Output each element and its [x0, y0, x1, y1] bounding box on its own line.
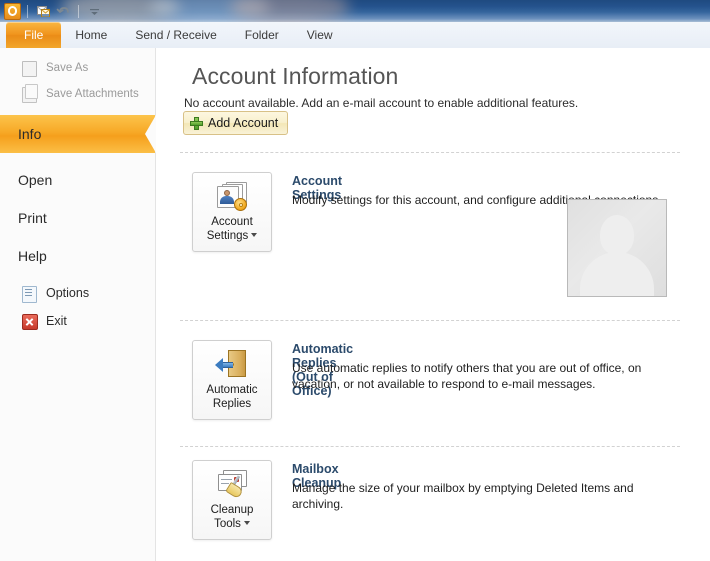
sidebar-item-label: Open: [18, 172, 53, 188]
cleanup-tools-button-label: Cleanup Tools: [210, 504, 254, 530]
ribbon-tabs: File Home Send / Receive Folder View: [0, 22, 347, 48]
save-attachments-icon: [22, 86, 38, 103]
mailbox-cleanup-description: Manage the size of your mailbox by empty…: [292, 481, 634, 511]
contact-photo-placeholder: [567, 199, 667, 297]
section-divider: [180, 320, 680, 321]
options-icon: [22, 285, 38, 303]
backstage-view: Save As Save Attachments Info Open Print…: [0, 48, 710, 561]
tab-folder[interactable]: Folder: [231, 22, 293, 48]
sidebar-item-label: Print: [18, 210, 47, 226]
cleanup-tools-icon: [215, 468, 249, 500]
automatic-replies-button[interactable]: Automatic Replies: [192, 340, 272, 420]
tab-view[interactable]: View: [293, 22, 347, 48]
account-settings-button-label: Account Settings: [207, 215, 258, 243]
account-settings-button[interactable]: Account Settings: [192, 172, 272, 252]
sidebar-item-label: Help: [18, 248, 47, 264]
section-divider: [180, 446, 680, 447]
cleanup-tools-button[interactable]: Cleanup Tools: [192, 460, 272, 540]
sidebar-item-save-as[interactable]: Save As: [0, 55, 155, 81]
account-settings-icon: [215, 180, 249, 212]
caret-down-icon: [243, 521, 250, 526]
exit-icon: [22, 313, 38, 330]
avatar-head: [600, 215, 634, 255]
avatar-body: [580, 252, 654, 296]
page-title: Account Information: [192, 63, 399, 89]
sidebar-item-label: Save As: [46, 62, 89, 74]
plus-icon: [190, 116, 203, 130]
quick-access-toolbar: [3, 2, 103, 20]
tab-file[interactable]: File: [6, 22, 62, 48]
send-receive-all-icon[interactable]: [34, 2, 52, 20]
tab-send-receive[interactable]: Send / Receive: [121, 22, 230, 48]
automatic-replies-icon: [215, 348, 249, 380]
undo-icon[interactable]: [54, 2, 72, 20]
sidebar-item-label: Save Attachments: [46, 88, 139, 100]
outlook-backstage-window: File Home Send / Receive Folder View Sav…: [0, 0, 710, 561]
add-account-label: Add Account: [208, 116, 279, 130]
sidebar-item-exit[interactable]: Exit: [0, 307, 155, 335]
sidebar-item-help[interactable]: Help: [0, 237, 155, 275]
sidebar-item-open[interactable]: Open: [0, 161, 155, 199]
account-information-pane: Account Information No account available…: [156, 48, 710, 561]
section-divider: [180, 152, 680, 153]
automatic-replies-button-label: Automatic Replies: [206, 384, 258, 410]
sidebar-item-print[interactable]: Print: [0, 199, 155, 237]
ribbon-tab-strip: File Home Send / Receive Folder View: [0, 22, 710, 49]
titlebar-glow: [230, 0, 350, 22]
sidebar-item-label: Info: [18, 126, 42, 142]
save-as-icon: [22, 60, 38, 77]
sidebar-item-save-attachments[interactable]: Save Attachments: [0, 81, 155, 107]
qat-separator: [78, 4, 79, 18]
add-account-button[interactable]: Add Account: [183, 111, 289, 135]
no-account-message: No account available. Add an e-mail acco…: [184, 96, 579, 110]
backstage-sidebar: Save As Save Attachments Info Open Print…: [0, 48, 156, 561]
outlook-logo-icon[interactable]: [3, 2, 21, 20]
qat-separator: [27, 4, 28, 18]
caret-down-icon: [251, 233, 258, 238]
sidebar-item-options[interactable]: Options: [0, 279, 155, 307]
sidebar-item-label: Options: [46, 286, 90, 300]
automatic-replies-description: Use automatic replies to notify others t…: [292, 361, 642, 391]
sidebar-item-label: Exit: [46, 314, 67, 328]
chevron-down-icon[interactable]: [85, 2, 103, 20]
sidebar-item-info[interactable]: Info: [0, 115, 156, 153]
title-bar: [0, 0, 710, 22]
tab-home[interactable]: Home: [61, 22, 121, 48]
